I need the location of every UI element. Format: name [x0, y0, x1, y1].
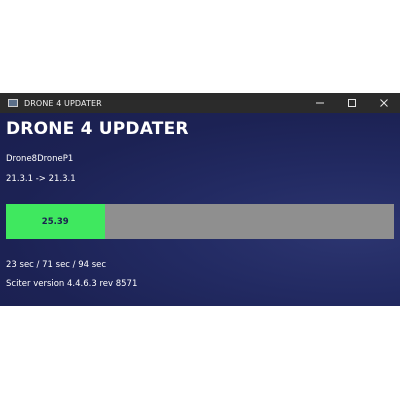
version-change: 21.3.1 -> 21.3.1 — [6, 174, 76, 184]
maximize-button[interactable] — [336, 93, 368, 113]
maximize-icon — [348, 99, 356, 107]
title-bar[interactable]: DRONE 4 UPDATER — [0, 93, 400, 113]
page-title: DRONE 4 UPDATER — [6, 119, 189, 139]
device-name: Drone8DroneP1 — [6, 154, 74, 164]
elapsed-times: 23 sec / 71 sec / 94 sec — [6, 260, 107, 270]
close-button[interactable] — [368, 93, 400, 113]
minimize-icon — [316, 102, 324, 104]
progress-label: 25.39 — [41, 216, 69, 227]
window-title: DRONE 4 UPDATER — [24, 98, 102, 108]
app-window-icon — [8, 99, 18, 107]
close-icon — [380, 99, 388, 107]
window-controls — [304, 93, 400, 113]
sciter-version: Sciter version 4.4.6.3 rev 8571 — [6, 279, 138, 289]
progress-bar: 25.39 — [6, 204, 394, 239]
updater-content: DRONE 4 UPDATER Drone8DroneP1 21.3.1 -> … — [0, 113, 400, 306]
updater-window: DRONE 4 UPDATER DRONE 4 UPDATER Drone8Dr… — [0, 93, 400, 306]
progress-fill: 25.39 — [6, 204, 105, 239]
minimize-button[interactable] — [304, 93, 336, 113]
